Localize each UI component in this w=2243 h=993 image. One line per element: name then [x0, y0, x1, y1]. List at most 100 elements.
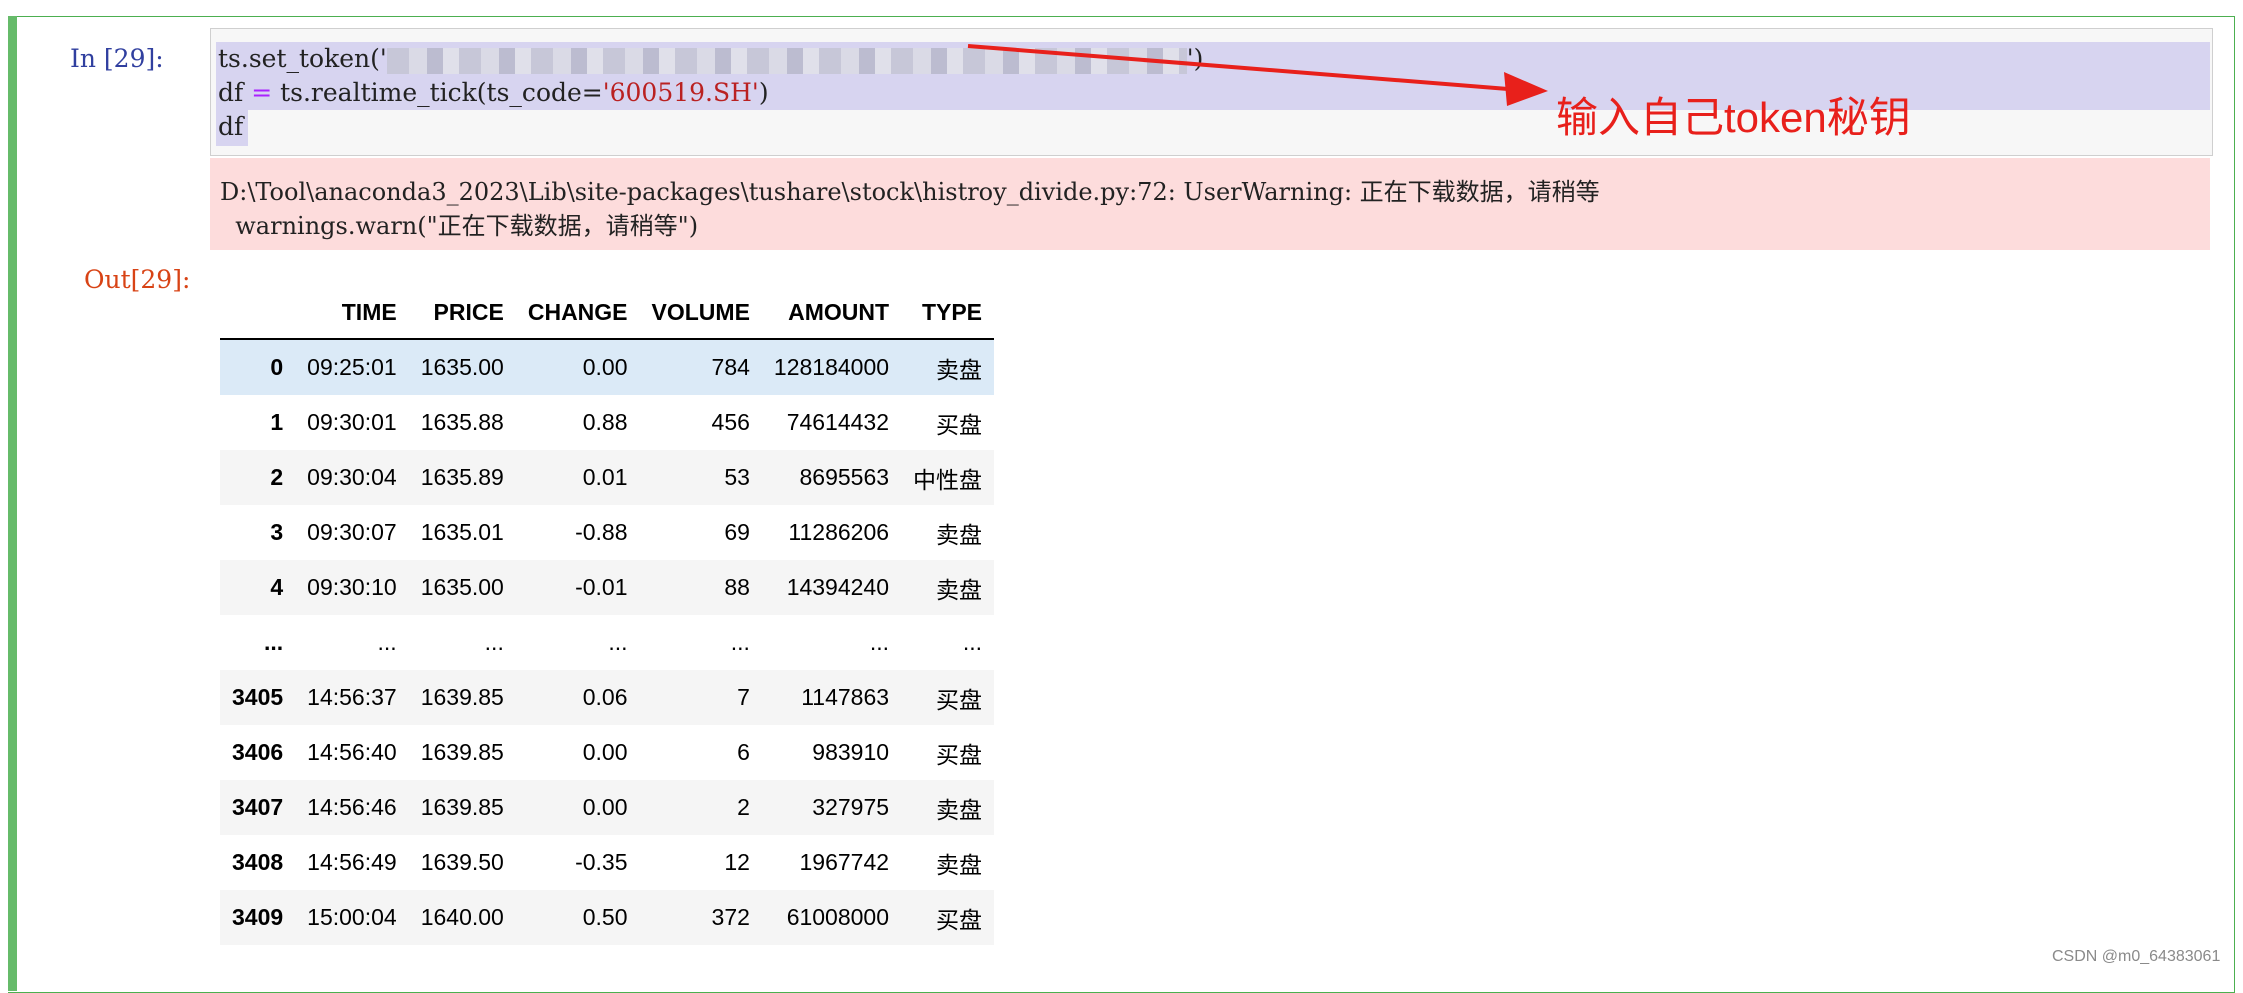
row-index: 3407 — [232, 794, 284, 820]
cell-price: 1635.01 — [420, 519, 504, 545]
column-header: AMOUNT — [761, 286, 902, 340]
cell-change: 0.88 — [582, 409, 628, 435]
table-row: 4 09:30:10 1635.00 -0.01 88 14394240 卖盘 — [220, 560, 995, 615]
cell-amount: ... — [869, 629, 890, 655]
table-row: 3 09:30:07 1635.01 -0.88 69 11286206 卖盘 — [220, 505, 994, 560]
cell-price: ... — [484, 629, 504, 655]
table-row: 0 09:25:01 1635.00 0.00 784 128184000 卖盘 — [220, 339, 995, 395]
cell-amount: 327975 — [812, 794, 890, 820]
cell-type: 买盘 — [936, 906, 983, 933]
cell-amount: 74614432 — [786, 409, 890, 435]
cell-price: 1639.85 — [420, 684, 504, 710]
table-row: 2 09:30:04 1635.89 0.01 53 8695563 中性盘 — [220, 450, 995, 505]
cell-type: 中性盘 — [913, 466, 983, 493]
cell-type: 卖盘 — [936, 796, 983, 823]
cell-volume: 2 — [737, 794, 750, 820]
table-row: 3406 14:56:40 1639.85 0.00 6 983910 买盘 — [220, 725, 994, 780]
cell-change: 0.00 — [582, 794, 628, 820]
cell-time: 09:30:07 — [307, 519, 397, 545]
cell-price: 1635.88 — [420, 409, 504, 435]
warning-line-1: D:\Tool\anaconda3_2023\Lib\site-packages… — [220, 178, 1600, 206]
arrow-head — [1504, 72, 1548, 106]
cell-amount: 14394240 — [786, 574, 890, 600]
cell-type: ... — [962, 629, 983, 655]
watermark: CSDN @m0_64383061 — [2052, 948, 2221, 965]
cell-type: 卖盘 — [936, 521, 983, 548]
column-header: PRICE — [408, 286, 516, 340]
cell-type: 买盘 — [936, 741, 983, 768]
table-ellipsis-row: ... ... ... ... ... ... ... — [220, 615, 995, 670]
cell-time: 09:30:10 — [307, 574, 397, 600]
row-index: 4 — [270, 574, 284, 600]
row-index: 2 — [270, 464, 284, 490]
cell-price: 1640.00 — [420, 904, 504, 930]
cell-time: 14:56:40 — [307, 739, 397, 765]
row-index: ... — [264, 629, 284, 655]
cell-price: 1635.00 — [420, 354, 504, 380]
cell-time: 14:56:37 — [307, 684, 397, 710]
cell-time: 09:30:04 — [307, 464, 397, 490]
arrow-line — [967, 44, 1509, 91]
warning-line-2: warnings.warn("正在下载数据，请稍等") — [220, 212, 699, 240]
table-row: 3409 15:00:04 1640.00 0.50 372 61008000 … — [220, 890, 995, 945]
cell-amount: 1147863 — [801, 684, 890, 710]
cell-time: 15:00:04 — [307, 904, 397, 930]
column-header: TIME — [295, 286, 409, 340]
row-index: 0 — [270, 354, 284, 380]
cell-price: 1639.85 — [420, 794, 504, 820]
row-index: 1 — [270, 409, 284, 435]
cell-time: 09:25:01 — [307, 354, 397, 380]
table-row: 1 09:30:01 1635.88 0.88 456 74614432 买盘 — [220, 395, 994, 450]
cell-type: 买盘 — [936, 686, 983, 713]
cell-volume: 69 — [724, 519, 750, 545]
cell-change: 0.01 — [582, 464, 628, 490]
cell-change: -0.01 — [575, 574, 628, 600]
cell-change: -0.88 — [575, 519, 628, 545]
cell-price: 1639.85 — [420, 739, 504, 765]
row-index: 3409 — [232, 904, 284, 930]
cell-change: 0.00 — [582, 739, 628, 765]
cell-amount: 8695563 — [799, 464, 890, 490]
cell-change: 0.00 — [582, 354, 628, 380]
cell-volume: 53 — [724, 464, 750, 490]
cell-price: 1635.00 — [420, 574, 504, 600]
cell-type: 买盘 — [936, 411, 983, 438]
table-row: 3405 14:56:37 1639.85 0.06 7 1147863 买盘 — [220, 670, 995, 725]
annotation-label: 输入自己token秘钥 — [1556, 94, 1911, 141]
cell-volume: 372 — [711, 904, 750, 930]
table-header-row: TIME PRICE CHANGE VOLUME AMOUNT TYPE — [220, 286, 995, 340]
cell-price: 1635.89 — [420, 464, 504, 490]
cell-time: 14:56:49 — [307, 849, 397, 875]
cell-volume: 6 — [737, 739, 750, 765]
row-index: 3405 — [232, 684, 284, 710]
cell-amount: 11286206 — [788, 519, 890, 545]
cell-amount: 61008000 — [786, 904, 890, 930]
row-index: 3408 — [232, 849, 284, 875]
cell-price: 1639.50 — [420, 849, 504, 875]
table-row: 3407 14:56:46 1639.85 0.00 2 327975 卖盘 — [220, 780, 995, 835]
cell-type: 卖盘 — [936, 851, 983, 878]
output-prompt: Out[29]: — [84, 265, 191, 294]
cell-amount: 983910 — [812, 739, 890, 765]
cell-volume: ... — [730, 629, 750, 655]
column-header: VOLUME — [639, 286, 762, 340]
cell-time: ... — [377, 629, 397, 655]
dataframe-table: TIME PRICE CHANGE VOLUME AMOUNT TYPE 0 0… — [220, 286, 995, 945]
row-index: 3406 — [232, 739, 284, 765]
cell-type: 卖盘 — [936, 576, 983, 603]
cell-volume: 784 — [711, 354, 750, 380]
cell-amount: 1967742 — [799, 849, 890, 875]
cell-change: ... — [608, 629, 628, 655]
index-header — [220, 286, 296, 340]
cell-time: 14:56:46 — [307, 794, 397, 820]
cell-time: 09:30:01 — [307, 409, 397, 435]
column-header: TYPE — [901, 286, 995, 340]
cell-type: 卖盘 — [936, 356, 983, 383]
cell-volume: 88 — [724, 574, 750, 600]
row-index: 3 — [270, 519, 284, 545]
cell-volume: 456 — [711, 409, 750, 435]
cell-change: 0.50 — [582, 904, 628, 930]
cell-change: -0.35 — [575, 849, 628, 875]
table-row: 3408 14:56:49 1639.50 -0.35 12 1967742 卖… — [220, 835, 994, 890]
cell-change: 0.06 — [582, 684, 628, 710]
